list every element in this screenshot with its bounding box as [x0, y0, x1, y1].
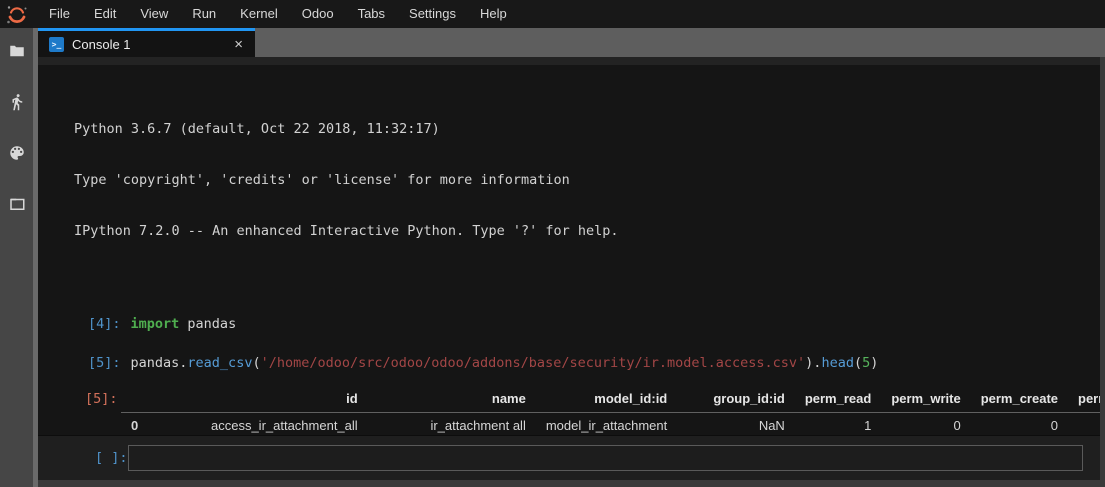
column-header: perm_read	[795, 386, 881, 412]
menu-items: FileEditViewRunKernelOdooTabsSettingsHel…	[37, 0, 519, 28]
table-cell: ir_attachment all	[368, 412, 536, 435]
dock-panel: >_ Console 1 × Python 3.6.7 (default, Oc…	[38, 28, 1105, 487]
input-prompt: [5]:	[88, 355, 121, 372]
table-cell: 0	[971, 412, 1068, 435]
column-header: perm_write	[881, 386, 970, 412]
column-header: group_id:id	[677, 386, 795, 412]
table-cell: NaN	[677, 412, 795, 435]
code-token: (	[854, 355, 862, 371]
code-token: import	[131, 316, 180, 332]
code-token: head	[821, 355, 854, 371]
menu-item-view[interactable]: View	[131, 0, 177, 28]
tab-close-icon[interactable]: ×	[232, 37, 245, 52]
output-prompt: [5]:	[85, 386, 121, 435]
column-header: id	[148, 386, 367, 412]
tab-label: Console 1	[72, 37, 131, 52]
column-header: perm_unlink	[1068, 386, 1100, 412]
column-header: name	[368, 386, 536, 412]
code-cell-4: [4]: import pandas	[88, 316, 1100, 333]
code-token: read_csv	[187, 355, 252, 371]
table-cell: model_ir_attachment	[536, 412, 677, 435]
code-token: (	[252, 355, 260, 371]
code-token: pandas.	[131, 355, 188, 371]
table-cell: 0	[881, 412, 970, 435]
kernel-banner: Python 3.6.7 (default, Oct 22 2018, 11:3…	[74, 87, 1100, 274]
menu-bar: FileEditViewRunKernelOdooTabsSettingsHel…	[0, 0, 1105, 28]
code-token: 5	[862, 355, 870, 371]
column-header: model_id:id	[536, 386, 677, 412]
banner-line: Type 'copyright', 'credits' or 'license'…	[74, 172, 1100, 189]
banner-line: IPython 7.2.0 -- An enhanced Interactive…	[74, 223, 1100, 240]
code-token: pandas	[179, 316, 236, 332]
console-panel: Python 3.6.7 (default, Oct 22 2018, 11:3…	[38, 57, 1105, 487]
file-browser-icon[interactable]	[8, 42, 26, 60]
tab-bar: >_ Console 1 ×	[38, 28, 1105, 57]
console-toolbar	[38, 57, 1100, 65]
column-header: perm_create	[971, 386, 1068, 412]
menu-item-odoo[interactable]: Odoo	[293, 0, 343, 28]
header-row: idnamemodel_id:idgroup_id:idperm_readper…	[121, 386, 1100, 412]
menu-item-help[interactable]: Help	[471, 0, 516, 28]
main-content: >_ Console 1 × Python 3.6.7 (default, Oc…	[0, 28, 1105, 487]
input-prompt: [4]:	[88, 316, 121, 333]
menu-item-settings[interactable]: Settings	[400, 0, 465, 28]
code-line: pandas.read_csv('/home/odoo/src/odoo/odo…	[131, 355, 879, 372]
column-header	[121, 386, 148, 412]
table-cell: access_ir_attachment_all	[148, 412, 367, 435]
banner-line: Python 3.6.7 (default, Oct 22 2018, 11:3…	[74, 121, 1100, 138]
menu-item-tabs[interactable]: Tabs	[349, 0, 394, 28]
console-input-row: [ ]:	[38, 435, 1100, 480]
table-row: 0access_ir_attachment_allir_attachment a…	[121, 412, 1100, 435]
table-cell: 0	[1068, 412, 1100, 435]
running-sessions-icon[interactable]	[8, 93, 26, 111]
jupyterlab-window: FileEditViewRunKernelOdooTabsSettingsHel…	[0, 0, 1105, 487]
console-icon: >_	[49, 37, 64, 52]
table-cell: 1	[795, 412, 881, 435]
console-input[interactable]	[128, 445, 1083, 471]
dataframe-table: idnamemodel_id:idgroup_id:idperm_readper…	[121, 386, 1100, 435]
code-token: '/home/odoo/src/odoo/odoo/addons/base/se…	[261, 355, 806, 371]
code-cell-5: [5]: pandas.read_csv('/home/odoo/src/odo…	[88, 355, 1100, 372]
left-sidebar	[0, 28, 33, 487]
menu-item-edit[interactable]: Edit	[85, 0, 125, 28]
code-token: )	[870, 355, 878, 371]
row-index: 0	[121, 412, 148, 435]
open-tabs-icon[interactable]	[8, 195, 26, 213]
output-area: [5]: idnamemodel_id:idgroup_id:idperm_re…	[85, 386, 1100, 435]
menu-item-run[interactable]: Run	[183, 0, 225, 28]
empty-input-prompt: [ ]:	[95, 450, 128, 466]
console-history[interactable]: Python 3.6.7 (default, Oct 22 2018, 11:3…	[38, 65, 1100, 435]
jupyter-logo-icon	[5, 3, 29, 27]
command-palette-icon[interactable]	[8, 144, 26, 162]
menu-item-kernel[interactable]: Kernel	[231, 0, 287, 28]
code-line: import pandas	[131, 316, 237, 333]
tab-console-1[interactable]: >_ Console 1 ×	[38, 28, 255, 57]
menu-item-file[interactable]: File	[40, 0, 79, 28]
